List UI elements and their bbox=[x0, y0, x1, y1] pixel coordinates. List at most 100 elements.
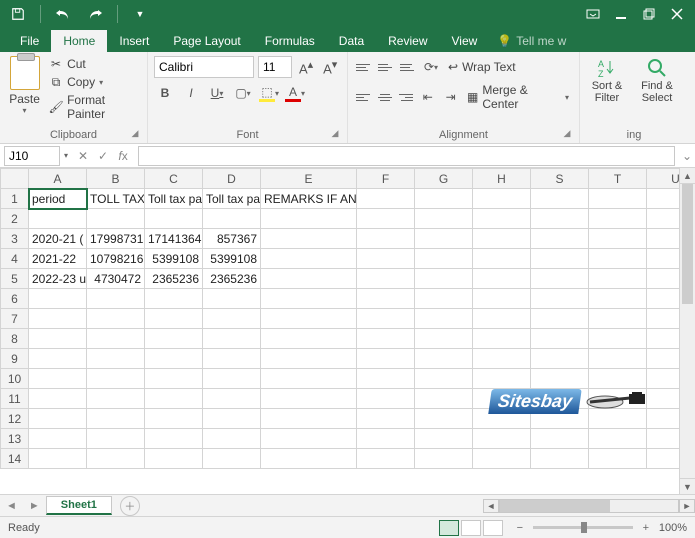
sheet-tab[interactable]: Sheet1 bbox=[46, 496, 112, 515]
paste-dropdown-icon[interactable]: ▾ bbox=[23, 106, 27, 115]
vertical-scrollbar[interactable]: ▲ ▼ bbox=[679, 168, 695, 494]
tab-review[interactable]: Review bbox=[376, 30, 439, 52]
format-painter-button[interactable]: 🖌Format Painter bbox=[47, 92, 141, 122]
horizontal-scrollbar[interactable]: ◄ ► bbox=[483, 499, 695, 513]
cell[interactable] bbox=[357, 189, 415, 209]
view-page-layout-button[interactable] bbox=[461, 520, 481, 536]
row-header[interactable]: 12 bbox=[1, 409, 29, 429]
align-bottom-button[interactable] bbox=[398, 58, 418, 76]
row-header[interactable]: 9 bbox=[1, 349, 29, 369]
select-all-corner[interactable] bbox=[1, 169, 29, 189]
close-icon[interactable] bbox=[663, 0, 691, 28]
tab-insert[interactable]: Insert bbox=[107, 30, 161, 52]
italic-button[interactable]: I bbox=[180, 82, 202, 104]
minimize-icon[interactable] bbox=[607, 0, 635, 28]
cell[interactable] bbox=[589, 189, 647, 209]
copy-button[interactable]: ⧉Copy ▾ bbox=[47, 74, 141, 90]
col-header[interactable]: G bbox=[415, 169, 473, 189]
font-name-select[interactable] bbox=[154, 56, 254, 78]
zoom-level[interactable]: 100% bbox=[659, 522, 687, 534]
view-normal-button[interactable] bbox=[439, 520, 459, 536]
row-header[interactable]: 11 bbox=[1, 389, 29, 409]
view-page-break-button[interactable] bbox=[483, 520, 503, 536]
tab-file[interactable]: File bbox=[8, 30, 51, 52]
enter-formula-icon[interactable]: ✓ bbox=[94, 149, 112, 163]
row-header[interactable]: 4 bbox=[1, 249, 29, 269]
font-size-select[interactable] bbox=[258, 56, 292, 78]
cell[interactable]: period bbox=[29, 189, 87, 209]
restore-icon[interactable] bbox=[635, 0, 663, 28]
scroll-left-icon[interactable]: ◄ bbox=[483, 499, 499, 513]
qat-customize-icon[interactable]: ▼ bbox=[126, 0, 154, 28]
cell[interactable]: 2022-23 u bbox=[29, 269, 87, 289]
col-header[interactable]: S bbox=[531, 169, 589, 189]
formula-input[interactable] bbox=[138, 146, 675, 166]
tab-formulas[interactable]: Formulas bbox=[253, 30, 327, 52]
align-center-button[interactable] bbox=[375, 88, 394, 106]
row-header[interactable]: 7 bbox=[1, 309, 29, 329]
wrap-text-button[interactable]: ↩Wrap Text bbox=[444, 59, 520, 75]
decrease-font-icon[interactable]: A▾ bbox=[320, 58, 340, 76]
merge-center-button[interactable]: ▦Merge & Center▾ bbox=[463, 82, 573, 112]
tab-page-layout[interactable]: Page Layout bbox=[161, 30, 252, 52]
row-header[interactable]: 6 bbox=[1, 289, 29, 309]
col-header[interactable]: B bbox=[87, 169, 145, 189]
align-top-button[interactable] bbox=[354, 58, 374, 76]
cell[interactable]: 10798216 bbox=[87, 249, 145, 269]
cell[interactable]: 857367 bbox=[203, 229, 261, 249]
cell[interactable] bbox=[415, 189, 473, 209]
zoom-out-icon[interactable]: − bbox=[513, 522, 527, 534]
cell[interactable]: 5399108 bbox=[145, 249, 203, 269]
hscroll-thumb[interactable] bbox=[500, 500, 610, 512]
cell[interactable]: 4730472 bbox=[87, 269, 145, 289]
col-header[interactable]: C bbox=[145, 169, 203, 189]
underline-button[interactable]: U▾ bbox=[206, 82, 228, 104]
row-header[interactable]: 14 bbox=[1, 449, 29, 469]
col-header[interactable]: H bbox=[473, 169, 531, 189]
sort-filter-button[interactable]: AZ Sort & Filter bbox=[586, 56, 628, 104]
cell[interactable]: Toll tax pa bbox=[145, 189, 203, 209]
save-icon[interactable] bbox=[4, 0, 32, 28]
cut-button[interactable]: ✂Cut bbox=[47, 56, 141, 72]
tab-view[interactable]: View bbox=[440, 30, 490, 52]
cell[interactable]: 2021-22 bbox=[29, 249, 87, 269]
decrease-indent-button[interactable]: ⇤ bbox=[417, 86, 438, 108]
zoom-in-icon[interactable]: + bbox=[639, 522, 653, 534]
undo-icon[interactable] bbox=[49, 0, 77, 28]
cell[interactable]: 17998731 bbox=[87, 229, 145, 249]
find-select-button[interactable]: Find & Select bbox=[636, 56, 678, 104]
col-header[interactable]: A bbox=[29, 169, 87, 189]
zoom-slider[interactable] bbox=[533, 526, 633, 529]
font-launcher-icon[interactable]: ◢ bbox=[329, 128, 341, 140]
new-sheet-button[interactable]: ＋ bbox=[120, 496, 140, 516]
row-header[interactable]: 8 bbox=[1, 329, 29, 349]
increase-indent-button[interactable]: ⇥ bbox=[440, 86, 461, 108]
cell[interactable]: 2020-21 ( bbox=[29, 229, 87, 249]
border-button[interactable]: ▢▾ bbox=[232, 82, 254, 104]
paste-button[interactable]: Paste bbox=[9, 92, 40, 106]
col-header[interactable]: F bbox=[357, 169, 415, 189]
clipboard-launcher-icon[interactable]: ◢ bbox=[129, 128, 141, 140]
tab-home[interactable]: Home bbox=[51, 30, 107, 52]
sheet-nav-next-icon[interactable]: ► bbox=[23, 500, 46, 512]
tab-data[interactable]: Data bbox=[327, 30, 376, 52]
cell[interactable]: REMARKS IF ANY bbox=[261, 189, 357, 209]
scroll-right-icon[interactable]: ► bbox=[679, 499, 695, 513]
cell[interactable]: 2365236 bbox=[145, 269, 203, 289]
align-right-button[interactable] bbox=[396, 88, 415, 106]
cell[interactable] bbox=[531, 189, 589, 209]
expand-formula-bar-icon[interactable]: ⌄ bbox=[679, 149, 695, 163]
col-header[interactable]: T bbox=[589, 169, 647, 189]
name-box[interactable] bbox=[4, 146, 60, 166]
row-header[interactable]: 1 bbox=[1, 189, 29, 209]
scroll-thumb[interactable] bbox=[682, 184, 693, 304]
cancel-formula-icon[interactable]: ✕ bbox=[74, 149, 92, 163]
font-color-button[interactable]: A▾ bbox=[284, 82, 306, 104]
row-header[interactable]: 3 bbox=[1, 229, 29, 249]
row-header[interactable]: 2 bbox=[1, 209, 29, 229]
alignment-launcher-icon[interactable]: ◢ bbox=[561, 128, 573, 140]
row-header[interactable]: 10 bbox=[1, 369, 29, 389]
align-middle-button[interactable] bbox=[376, 58, 396, 76]
cell[interactable]: TOLL TAX bbox=[87, 189, 145, 209]
redo-icon[interactable] bbox=[81, 0, 109, 28]
